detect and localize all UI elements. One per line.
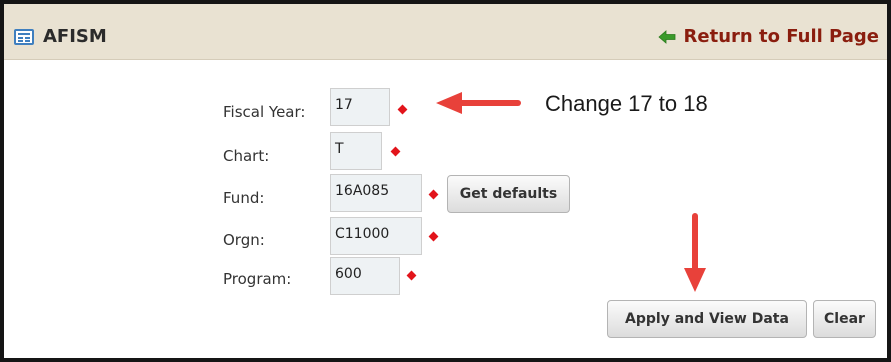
required-marker: [428, 231, 439, 242]
fund-label: Fund:: [223, 189, 265, 207]
program-input[interactable]: 600: [330, 257, 400, 295]
chart-input[interactable]: T: [330, 132, 382, 170]
fiscal-year-label: Fiscal Year:: [223, 103, 306, 121]
panel-header: AFISM Return to Full Page: [4, 4, 887, 60]
get-defaults-button[interactable]: Get defaults: [447, 175, 570, 213]
orgn-label: Orgn:: [223, 231, 265, 249]
required-marker: [390, 146, 401, 157]
orgn-input[interactable]: C11000: [330, 217, 422, 255]
required-marker: [406, 270, 417, 281]
panel-title: AFISM: [43, 26, 107, 47]
required-marker: [428, 189, 439, 200]
fund-input[interactable]: 16A085: [330, 174, 422, 212]
apply-and-view-data-button[interactable]: Apply and View Data: [607, 300, 807, 338]
chart-label: Chart:: [223, 147, 270, 165]
down-arrow-annotation-icon: [684, 213, 706, 292]
list-window-icon: [14, 29, 34, 45]
clear-button[interactable]: Clear: [813, 300, 876, 338]
fiscal-year-input[interactable]: 17: [330, 88, 390, 126]
program-label: Program:: [223, 270, 292, 288]
annotation-text: Change 17 to 18: [545, 91, 708, 116]
return-to-full-page-link[interactable]: Return to Full Page: [657, 26, 879, 47]
required-marker: [397, 104, 408, 115]
return-link-label: Return to Full Page: [683, 26, 879, 47]
left-arrow-annotation-icon: [436, 92, 521, 114]
afism-panel: AFISM Return to Full Page Fiscal Year: 1…: [0, 0, 891, 362]
left-arrow-icon: [657, 29, 675, 44]
